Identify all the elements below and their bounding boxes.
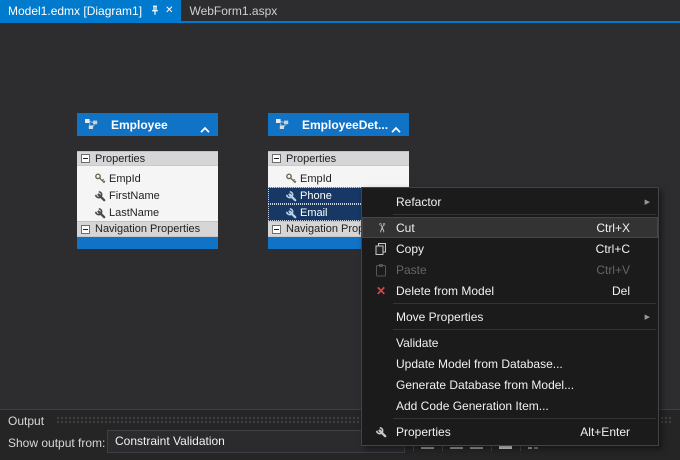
- property-name: Phone: [300, 188, 332, 204]
- close-icon[interactable]: ✕: [165, 6, 173, 16]
- tab-label: WebForm1.aspx: [189, 4, 277, 18]
- properties-section-label: Properties: [95, 153, 145, 165]
- output-source-value: Constraint Validation: [115, 434, 225, 448]
- property-name: EmpId: [300, 171, 332, 187]
- show-output-from-label: Show output from:: [8, 436, 105, 450]
- property-name: Email: [300, 205, 328, 221]
- paste-icon: [370, 259, 392, 280]
- menu-item-refactor[interactable]: Refactor ▶: [362, 191, 658, 212]
- menu-item-label: Update Model from Database...: [396, 357, 630, 371]
- entity-type-icon: [84, 118, 99, 131]
- copy-icon: [370, 238, 392, 259]
- wrench-icon: [94, 190, 107, 202]
- navigation-properties-section-bar[interactable]: Navigation Properties: [77, 221, 218, 237]
- menu-item-label: Paste: [396, 263, 576, 277]
- entity-header-gap: [77, 136, 218, 151]
- tab-webform1-aspx[interactable]: WebForm1.aspx: [181, 0, 285, 21]
- wrench-icon: [285, 190, 298, 202]
- menu-item-label: Validate: [396, 336, 630, 350]
- entity-header-gap: [268, 136, 409, 151]
- property-row[interactable]: EmpId: [268, 170, 409, 187]
- wrench-icon: [370, 421, 392, 442]
- entity-type-icon: [275, 118, 290, 131]
- chevron-up-icon[interactable]: [199, 121, 211, 129]
- menu-item-label: Delete from Model: [396, 284, 592, 298]
- collapse-minus-icon[interactable]: [81, 154, 90, 163]
- entity-shape[interactable]: EmployeePropertiesEmpIdFirstNameLastName…: [77, 113, 218, 249]
- key-icon: [94, 173, 107, 185]
- menu-item-update-model-from-database[interactable]: Update Model from Database...: [362, 353, 658, 374]
- menu-item-delete-from-model[interactable]: ✕ Delete from Model Del: [362, 280, 658, 301]
- menu-item-shortcut: Ctrl+V: [596, 263, 630, 277]
- output-panel-title: Output: [8, 414, 44, 428]
- properties-section-label: Properties: [286, 153, 336, 165]
- entity-title: Employee: [111, 118, 199, 132]
- menu-item-shortcut: Ctrl+X: [596, 221, 630, 235]
- menu-item-label: Copy: [396, 242, 576, 256]
- menu-item-label: Properties: [396, 425, 560, 439]
- tab-label: Model1.edmx [Diagram1]: [8, 4, 142, 18]
- menu-item-label: Refactor: [396, 195, 630, 209]
- properties-section-bar[interactable]: Properties: [268, 151, 409, 166]
- collapse-minus-icon[interactable]: [272, 225, 281, 234]
- property-rows: EmpIdFirstNameLastName: [77, 166, 218, 221]
- entity-title: EmployeeDet...: [302, 118, 390, 132]
- navigation-section-label: Navigation Properties: [95, 223, 200, 235]
- document-tabbar: Model1.edmx [Diagram1] ✕ WebForm1.aspx: [0, 0, 680, 21]
- entity-header[interactable]: EmployeeDet...: [268, 113, 409, 136]
- menu-item-copy[interactable]: Copy Ctrl+C: [362, 238, 658, 259]
- pin-icon[interactable]: [150, 5, 160, 16]
- submenu-arrow-icon: ▶: [645, 306, 650, 327]
- collapse-minus-icon[interactable]: [272, 154, 281, 163]
- menu-separator: [393, 214, 656, 215]
- delete-icon: ✕: [370, 280, 392, 301]
- menu-item-shortcut: Alt+Enter: [580, 425, 630, 439]
- menu-item-properties[interactable]: Properties Alt+Enter: [362, 421, 658, 442]
- properties-section-bar[interactable]: Properties: [77, 151, 218, 166]
- menu-separator: [393, 303, 656, 304]
- collapse-minus-icon[interactable]: [81, 225, 90, 234]
- menu-item-label: Move Properties: [396, 310, 630, 324]
- property-row[interactable]: LastName: [77, 204, 218, 221]
- property-name: LastName: [109, 205, 159, 221]
- menu-item-cut[interactable]: ✂ Cut Ctrl+X: [362, 217, 658, 238]
- menu-separator: [393, 418, 656, 419]
- tab-model1-edmx[interactable]: Model1.edmx [Diagram1] ✕: [0, 0, 181, 21]
- menu-item-shortcut: Ctrl+C: [596, 242, 630, 256]
- property-row[interactable]: EmpId: [77, 170, 218, 187]
- menu-item-label: Generate Database from Model...: [396, 378, 630, 392]
- menu-item-label: Cut: [396, 221, 576, 235]
- menu-item-shortcut: Del: [612, 284, 630, 298]
- menu-item-add-code-generation-item[interactable]: Add Code Generation Item...: [362, 395, 658, 416]
- entity-footer-strip: [77, 237, 218, 249]
- menu-item-move-properties[interactable]: Move Properties ▶: [362, 306, 658, 327]
- property-row[interactable]: FirstName: [77, 187, 218, 204]
- entity-header[interactable]: Employee: [77, 113, 218, 136]
- submenu-arrow-icon: ▶: [645, 191, 650, 212]
- context-menu: Refactor ▶ ✂ Cut Ctrl+X Copy Ctrl+C Paste Ctrl+V…: [361, 187, 659, 446]
- property-name: EmpId: [109, 171, 141, 187]
- menu-item-paste[interactable]: Paste Ctrl+V: [362, 259, 658, 280]
- menu-separator: [393, 329, 656, 330]
- menu-item-label: Add Code Generation Item...: [396, 399, 630, 413]
- entity-body: PropertiesEmpIdFirstNameLastNameNavigati…: [77, 151, 218, 237]
- property-name: FirstName: [109, 188, 160, 204]
- wrench-icon: [94, 207, 107, 219]
- wrench-icon: [285, 207, 298, 219]
- menu-item-generate-database-from-model[interactable]: Generate Database from Model...: [362, 374, 658, 395]
- scissors-icon: ✂: [370, 217, 392, 238]
- key-icon: [285, 173, 298, 185]
- chevron-up-icon[interactable]: [390, 121, 402, 129]
- visual-studio-window: Model1.edmx [Diagram1] ✕ WebForm1.aspx E…: [0, 0, 680, 460]
- menu-item-validate[interactable]: Validate: [362, 332, 658, 353]
